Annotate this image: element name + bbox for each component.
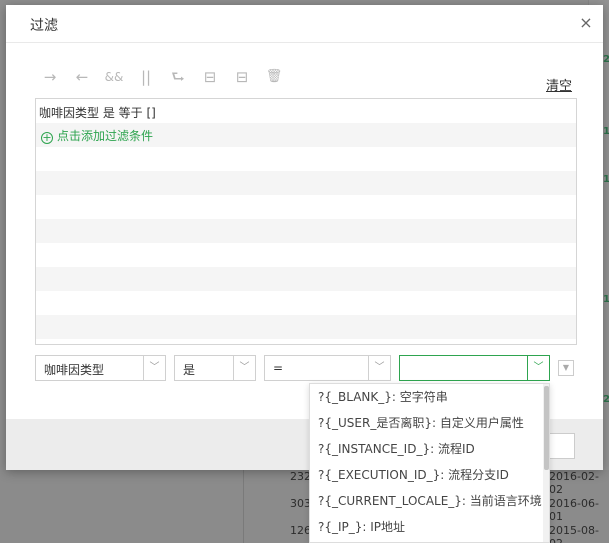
dropdown-option[interactable]: ?{_INSTANCE_ID_}: 流程ID	[310, 436, 543, 462]
operator-select-value: =	[273, 361, 284, 375]
operator-select[interactable]: = ﹀	[264, 355, 391, 381]
add-condition-label: 点击添加过滤条件	[57, 129, 154, 143]
background-row-number: 232	[290, 470, 311, 483]
background-green-mark: 1	[603, 126, 609, 137]
add-condition-row: + 点击添加过滤条件	[36, 123, 576, 147]
empty-row	[36, 219, 576, 243]
condition-list: 咖啡因类型 是 等于 [] + 点击添加过滤条件	[35, 98, 577, 345]
dialog-title: 过滤	[30, 18, 58, 34]
empty-row	[36, 315, 576, 339]
arrow-left-icon[interactable]: ←	[72, 67, 92, 87]
value-dropdown: ?{_BLANK_}: 空字符串 ?{_USER_是否离职}: 自定义用户属性 …	[309, 383, 550, 543]
insert-below-icon[interactable]: ⊟	[232, 67, 252, 87]
condition-row[interactable]: 咖啡因类型 是 等于 []	[36, 99, 576, 123]
chevron-down-icon: ﹀	[233, 356, 255, 380]
empty-row	[36, 195, 576, 219]
relation-select[interactable]: 是 ﹀	[174, 355, 256, 381]
field-select[interactable]: 咖啡因类型 ﹀	[35, 355, 166, 381]
empty-row	[36, 243, 576, 267]
expand-down-icon[interactable]: ▼	[558, 360, 574, 376]
delete-icon[interactable]: 🗑	[264, 67, 284, 87]
empty-row	[36, 171, 576, 195]
background-green-mark: 1	[603, 294, 609, 305]
dropdown-option[interactable]: ?{_CURRENT_LOCALE_}: 当前语言环境	[310, 488, 543, 514]
clear-link[interactable]: 清空	[546, 75, 572, 94]
or-operator-icon[interactable]: ||	[136, 67, 156, 87]
dialog-header: 过滤 ×	[6, 5, 603, 43]
chevron-down-icon: ﹀	[527, 356, 549, 380]
empty-row	[36, 147, 576, 171]
background-row-number: 303	[290, 497, 311, 510]
scrollbar-thumb[interactable]	[544, 386, 549, 470]
add-condition-link[interactable]: + 点击添加过滤条件	[41, 127, 153, 144]
and-operator-icon[interactable]: &&	[104, 67, 124, 87]
background-green-mark: 2	[603, 394, 609, 405]
empty-row	[36, 267, 576, 291]
field-select-value: 咖啡因类型	[44, 363, 105, 377]
chevron-down-icon: ﹀	[368, 356, 390, 380]
background-green-mark: 1	[603, 174, 609, 185]
relation-select-value: 是	[183, 363, 196, 377]
return-icon[interactable]: ⮑	[168, 67, 188, 87]
add-circle-icon: +	[41, 131, 53, 144]
background-row-date: 2015-08-02	[549, 524, 599, 543]
value-select[interactable]: ﹀	[399, 355, 550, 381]
dropdown-scrollbar[interactable]	[543, 384, 549, 542]
insert-above-icon[interactable]: ⊟	[200, 67, 220, 87]
dropdown-option[interactable]: ?{_BLANK_}: 空字符串	[310, 384, 543, 410]
footer-button[interactable]	[547, 433, 575, 459]
background-row-number: 126	[290, 524, 311, 537]
background-green-mark: 2	[603, 54, 609, 65]
chevron-down-icon: ﹀	[143, 356, 165, 380]
dropdown-option[interactable]: ?{_IP_}: IP地址	[310, 514, 543, 540]
condition-text: 咖啡因类型 是 等于 []	[39, 106, 156, 120]
dropdown-option[interactable]: ?{_USER_是否离职}: 自定义用户属性	[310, 410, 543, 436]
close-icon[interactable]: ×	[577, 14, 595, 32]
arrow-right-icon[interactable]: →	[40, 67, 60, 87]
empty-row	[36, 291, 576, 315]
dropdown-option[interactable]: ?{_EXECUTION_ID_}: 流程分支ID	[310, 462, 543, 488]
